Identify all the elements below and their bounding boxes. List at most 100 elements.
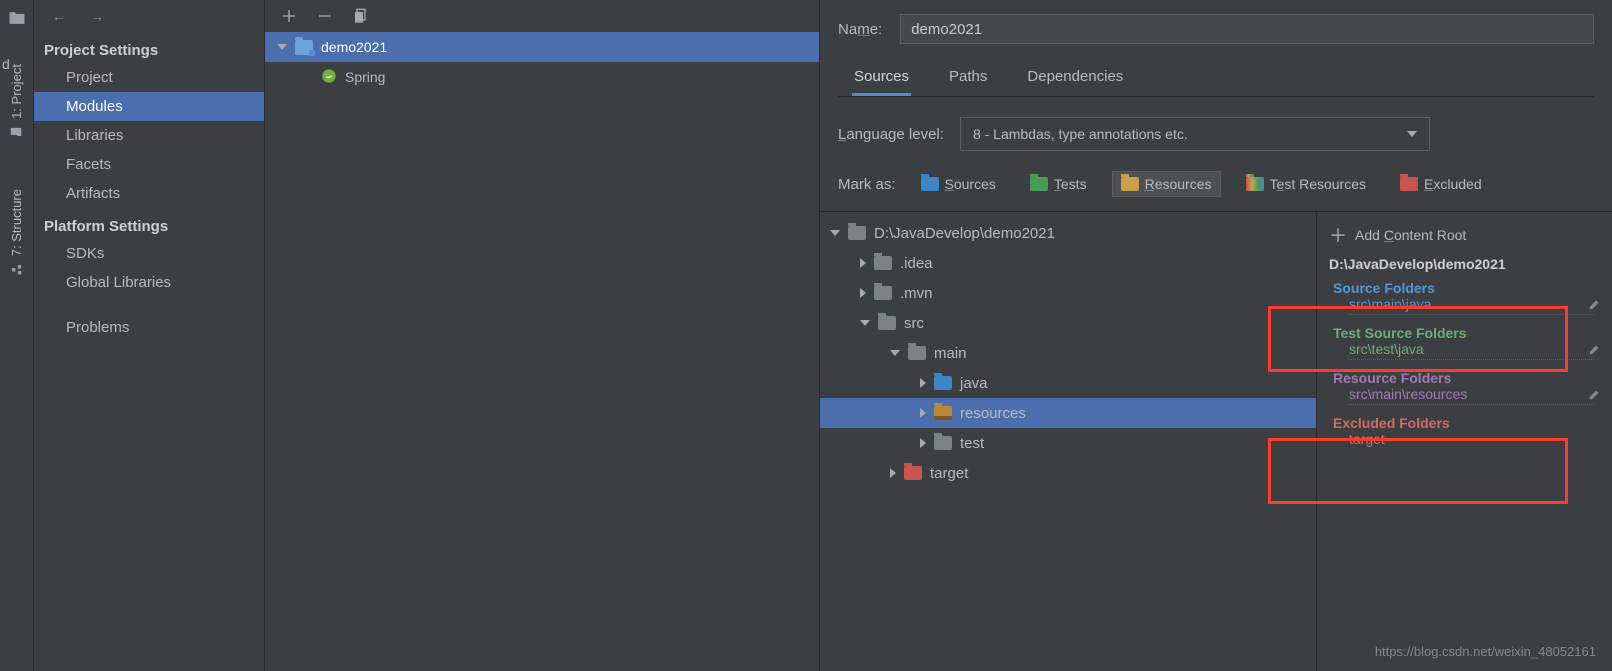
folder-icon [1400,177,1418,191]
module-label: Spring [345,69,385,85]
folder-icon [7,8,27,28]
tab-dependencies[interactable]: Dependencies [1025,62,1125,96]
dir-node-java[interactable]: java [820,368,1316,398]
watermark: https://blog.csdn.net/weixin_48052161 [1375,644,1596,659]
chevron-right-icon [920,378,926,388]
folder-icon [1246,177,1264,191]
project-settings-heading: Project Settings [34,38,264,63]
dir-node-test[interactable]: test [820,428,1316,458]
folder-icon [921,177,939,191]
module-toolbar [265,0,819,32]
chevron-right-icon [890,468,896,478]
dir-node-resources[interactable]: resources [820,398,1316,428]
sidebar-item-facets[interactable]: Facets [34,150,264,179]
folder-icon [874,286,892,300]
structure-icon [10,262,24,276]
module-label: demo2021 [321,39,387,55]
plus-icon: ＋ [1329,222,1347,248]
chevron-down-icon [860,320,870,326]
dir-node-idea[interactable]: .idea [820,248,1316,278]
directory-tree: D:\JavaDevelop\demo2021 .idea .mvn src m… [820,212,1316,671]
excluded-folder-icon [904,466,922,480]
edit-icon[interactable] [1588,342,1602,356]
edit-icon[interactable] [1588,387,1602,401]
folder-icon [874,256,892,270]
name-label: Name: [838,21,882,38]
resource-folders-heading: Resource Folders [1333,370,1600,386]
module-tree-panel: demo2021 Spring [264,0,820,671]
left-tool-rail: d 1: Project 7: Structure [0,0,34,671]
chevron-right-icon [860,258,866,268]
source-folder-icon [934,376,952,390]
divider [1349,359,1594,360]
sidebar-item-global-libraries[interactable]: Global Libraries [34,268,264,297]
dir-node-src[interactable]: src [820,308,1316,338]
folder-icon [1121,177,1139,191]
language-level-label: Language level: [838,126,944,143]
folder-icon [1030,177,1048,191]
folder-icon [878,316,896,330]
sidebar-item-modules[interactable]: Modules [34,92,264,121]
folder-icon [848,226,866,240]
chevron-right-icon [920,408,926,418]
spring-icon [321,68,337,87]
chevron-down-icon [1407,131,1417,137]
mark-excluded-button[interactable]: Excluded [1391,171,1491,197]
divider [1349,314,1594,315]
content-root-title: D:\JavaDevelop\demo2021 [1317,252,1612,276]
tool-window-structure[interactable]: 7: Structure [9,183,24,276]
edit-icon[interactable] [1588,297,1602,311]
add-icon[interactable] [281,8,297,24]
test-folder-path[interactable]: src\test\java [1333,341,1424,357]
resource-folder-icon [934,406,952,420]
tool-window-project[interactable]: 1: Project [9,58,24,139]
excluded-folders-heading: Excluded Folders [1333,415,1600,431]
sidebar-item-libraries[interactable]: Libraries [34,121,264,150]
detail-tabs: Sources Paths Dependencies [838,62,1594,97]
copy-icon[interactable] [353,8,369,24]
resource-folder-path[interactable]: src\main\resources [1333,386,1467,402]
divider [1349,404,1594,405]
sidebar-item-sdks[interactable]: SDKs [34,239,264,268]
test-source-folders-heading: Test Source Folders [1333,325,1600,341]
settings-sidebar: ← → Project Settings Project Modules Lib… [34,0,264,671]
chevron-down-icon [277,44,287,50]
chevron-down-icon [830,230,840,236]
forward-arrow-icon[interactable]: → [90,8,104,24]
mark-sources-button[interactable]: Sources [912,171,1005,197]
module-node-spring[interactable]: Spring [265,62,819,92]
sidebar-item-artifacts[interactable]: Artifacts [34,179,264,208]
mark-test-resources-button[interactable]: Test Resources [1237,171,1376,197]
tab-sources[interactable]: Sources [852,62,911,96]
sidebar-item-project[interactable]: Project [34,63,264,92]
dir-node-main[interactable]: main [820,338,1316,368]
chevron-down-icon [890,350,900,356]
mark-as-row: Mark as: Sources Tests Resources Test Re… [838,171,1594,197]
module-node-demo2021[interactable]: demo2021 [265,32,819,62]
folder-icon [934,436,952,450]
dir-node-target[interactable]: target [820,458,1316,488]
dir-node-root[interactable]: D:\JavaDevelop\demo2021 [820,218,1316,248]
platform-settings-heading: Platform Settings [34,214,264,239]
module-name-input[interactable] [900,14,1594,44]
back-arrow-icon[interactable]: ← [52,8,66,24]
chevron-right-icon [860,288,866,298]
module-folder-icon [295,40,313,55]
excluded-folder-path[interactable]: target [1333,431,1385,447]
tab-paths[interactable]: Paths [947,62,989,96]
source-folder-path[interactable]: src\main\java [1333,296,1431,312]
content-roots-pane: ＋ Add Content Root D:\JavaDevelop\demo20… [1316,212,1612,671]
dir-node-mvn[interactable]: .mvn [820,278,1316,308]
source-folders-heading: Source Folders [1333,280,1600,296]
mark-as-label: Mark as: [838,176,896,193]
mark-tests-button[interactable]: Tests [1021,171,1096,197]
module-details: Name: Sources Paths Dependencies Languag… [820,0,1612,671]
mark-resources-button[interactable]: Resources [1112,171,1221,197]
folder-icon [10,125,24,139]
add-content-root-button[interactable]: ＋ Add Content Root [1317,218,1612,252]
folder-icon [908,346,926,360]
module-tree: demo2021 Spring [265,32,819,671]
language-level-select[interactable]: 8 - Lambdas, type annotations etc. [960,117,1430,151]
sidebar-item-problems[interactable]: Problems [34,313,264,342]
remove-icon[interactable] [317,8,333,24]
